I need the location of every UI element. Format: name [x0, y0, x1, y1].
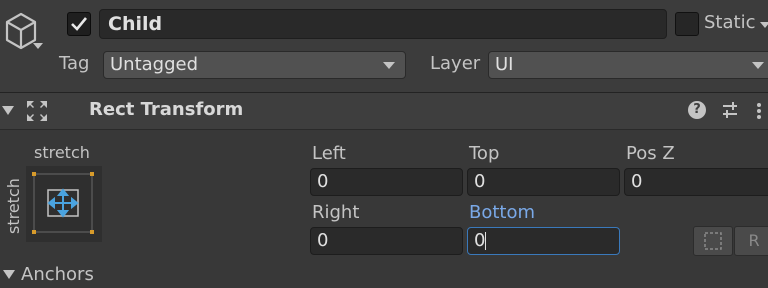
icon-dropdown-caret-icon[interactable] — [33, 43, 43, 49]
posz-field[interactable]: 0 — [624, 168, 768, 196]
checkmark-icon — [71, 17, 88, 31]
blueprint-icon — [704, 232, 722, 250]
rect-transform-icon — [27, 101, 47, 121]
anchors-foldout-label[interactable]: Anchors — [21, 264, 94, 285]
anchor-vertical-label: stretch — [4, 178, 23, 234]
static-checkbox[interactable] — [675, 12, 699, 36]
bottom-field-value: 0 — [474, 230, 486, 251]
anchors-foldout-triangle-icon[interactable] — [3, 270, 15, 279]
bottom-label: Bottom — [469, 202, 536, 223]
right-field[interactable]: 0 — [310, 227, 463, 255]
static-label[interactable]: Static — [704, 12, 755, 33]
object-name-field[interactable]: Child — [99, 9, 667, 39]
layer-label: Layer — [430, 53, 481, 74]
tag-dropdown-value: Untagged — [110, 54, 199, 75]
static-dropdown-caret-icon[interactable] — [760, 22, 768, 28]
foldout-triangle-icon[interactable] — [2, 106, 14, 115]
bottom-field[interactable]: 0 — [467, 227, 620, 255]
layer-dropdown-value: UI — [495, 54, 514, 75]
help-icon[interactable]: ? — [688, 101, 706, 119]
active-checkbox[interactable] — [67, 12, 91, 36]
top-field[interactable]: 0 — [467, 168, 620, 196]
tag-label: Tag — [59, 53, 90, 74]
component-title: Rect Transform — [89, 99, 244, 120]
anchor-presets-button[interactable] — [26, 166, 102, 242]
anchor-stretch-icon — [32, 172, 94, 234]
kebab-menu-icon[interactable] — [756, 102, 762, 120]
left-field[interactable]: 0 — [310, 168, 463, 196]
top-label: Top — [469, 143, 500, 164]
blueprint-mode-button[interactable] — [693, 226, 733, 256]
tag-dropdown[interactable]: Untagged — [103, 51, 406, 79]
presets-sliders-icon[interactable] — [720, 100, 740, 120]
layer-dropdown[interactable]: UI — [488, 51, 768, 79]
text-cursor — [485, 232, 487, 250]
anchor-horizontal-label: stretch — [34, 143, 90, 162]
chevron-down-icon — [752, 62, 764, 69]
left-label: Left — [312, 143, 346, 164]
posz-label: Pos Z — [626, 143, 675, 164]
raw-edit-button[interactable]: R — [734, 226, 768, 256]
right-label: Right — [312, 202, 360, 223]
chevron-down-icon — [383, 62, 395, 69]
